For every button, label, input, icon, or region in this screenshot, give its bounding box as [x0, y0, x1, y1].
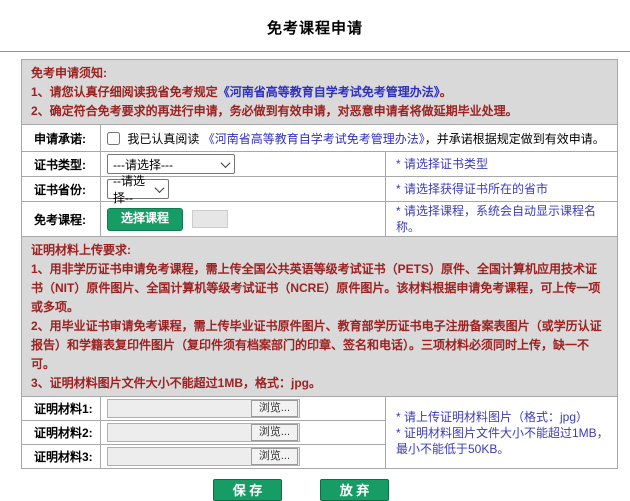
- notice-item-2: 2、确定符合免考要求的再进行申请，务必做到有效申请，对恶意申请者将做延期毕业处理…: [31, 102, 608, 121]
- cert-province-note: * 请选择获得证书所在的省市: [386, 177, 618, 202]
- material-1-label: 证明材料1:: [22, 397, 101, 421]
- chevron-down-icon: [221, 158, 231, 168]
- save-button[interactable]: 保 存: [213, 479, 282, 501]
- material-1-file-input[interactable]: 浏览...: [107, 399, 300, 418]
- cert-province-selected-value: --请选择--: [113, 172, 150, 206]
- cert-type-selected-value: ---请选择---: [113, 156, 173, 173]
- material-2-file-input[interactable]: 浏览...: [107, 423, 300, 442]
- cert-type-note: * 请选择证书类型: [386, 152, 618, 177]
- notice-row-top: 免考申请须知: 1、请您认真仔细阅读我省免考规定《河南省高等教育自学考试免考管理…: [22, 60, 618, 125]
- application-notice: 免考申请须知: 1、请您认真仔细阅读我省免考规定《河南省高等教育自学考试免考管理…: [22, 60, 618, 125]
- notice-item-1: 1、请您认真仔细阅读我省免考规定《河南省高等教育自学考试免考管理办法》。: [31, 83, 608, 102]
- application-form-table: 免考申请须知: 1、请您认真仔细阅读我省免考规定《河南省高等教育自学考试免考管理…: [21, 59, 618, 469]
- abandon-button[interactable]: 放 弃: [320, 479, 389, 501]
- material-3-label: 证明材料3:: [22, 445, 101, 469]
- commitment-content: 我已认真阅读 《河南省高等教育自学考试免考管理办法》，并承诺根据规定做到有效申请…: [101, 125, 618, 152]
- exempt-course-row: 免考课程: 选择课程 * 请选择课程，系统会自动显示课程名称。: [22, 202, 618, 237]
- commitment-text: 我已认真阅读: [127, 132, 202, 146]
- commitment-checkbox[interactable]: [107, 132, 120, 145]
- upload-notice-heading: 证明材料上传要求:: [31, 241, 608, 260]
- cert-province-row: 证书省份: --请选择-- * 请选择获得证书所在的省市: [22, 177, 618, 202]
- page-title: 免考课程申请: [0, 0, 630, 51]
- commitment-row: 申请承诺: 我已认真阅读 《河南省高等教育自学考试免考管理办法》，并承诺根据规定…: [22, 125, 618, 152]
- material-2-browse-button[interactable]: 浏览...: [251, 424, 298, 441]
- notice-item-1-text: 1、请您认真仔细阅读我省免考规定: [31, 85, 218, 99]
- commitment-text-suffix: ，并承诺根据规定做到有效申请。: [425, 132, 605, 146]
- cert-type-label: 证书类型:: [22, 152, 101, 177]
- material-row-1: 证明材料1: 浏览... * 请上传证明材料图片（格式：jpg） * 证明材料图…: [22, 397, 618, 421]
- upload-requirements-notice: 证明材料上传要求: 1、用非学历证书申请免考课程，需上传全国公共英语等级考试证书…: [22, 237, 618, 397]
- chevron-down-icon: [155, 183, 165, 193]
- upload-notice-item-1: 1、用非学历证书申请免考课程，需上传全国公共英语等级考试证书（PETS）原件、全…: [31, 260, 608, 317]
- materials-note: * 请上传证明材料图片（格式：jpg） * 证明材料图片文件大小不能超过1MB，…: [386, 397, 618, 469]
- cert-type-select[interactable]: ---请选择---: [107, 154, 235, 174]
- material-3-file-input[interactable]: 浏览...: [107, 447, 300, 466]
- upload-notice-item-3: 3、证明材料图片文件大小不能超过1MB，格式：jpg。: [31, 374, 608, 393]
- title-divider: [0, 51, 630, 52]
- commitment-regulation-link[interactable]: 《河南省高等教育自学考试免考管理办法》: [203, 132, 425, 146]
- material-2-label: 证明材料2:: [22, 421, 101, 445]
- cert-province-select[interactable]: --请选择--: [107, 179, 169, 199]
- notice-heading: 免考申请须知:: [31, 64, 608, 83]
- notice-item-1-suffix: 。: [440, 85, 452, 99]
- upload-notice-item-2: 2、用毕业证书审请免考课程，需上传毕业证书原件图片、教育部学历证书电子注册备案表…: [31, 317, 608, 374]
- exempt-course-label: 免考课程:: [22, 202, 101, 237]
- notice-row-upload: 证明材料上传要求: 1、用非学历证书申请免考课程，需上传全国公共英语等级考试证书…: [22, 237, 618, 397]
- material-1-browse-button[interactable]: 浏览...: [251, 400, 298, 417]
- course-code-field[interactable]: [192, 210, 228, 228]
- exempt-course-note: * 请选择课程，系统会自动显示课程名称。: [386, 202, 618, 237]
- regulation-link[interactable]: 《河南省高等教育自学考试免考管理办法》: [218, 85, 440, 99]
- cert-province-label: 证书省份:: [22, 177, 101, 202]
- select-course-button[interactable]: 选择课程: [107, 208, 183, 231]
- cert-type-row: 证书类型: ---请选择--- * 请选择证书类型: [22, 152, 618, 177]
- materials-note-line-1: * 请上传证明材料图片（格式：jpg）: [396, 409, 616, 425]
- action-buttons: 保 存 放 弃: [0, 479, 630, 501]
- materials-note-line-2: * 证明材料图片文件大小不能超过1MB，最小不能低于50KB。: [396, 425, 616, 457]
- material-3-browse-button[interactable]: 浏览...: [251, 448, 298, 465]
- commitment-label: 申请承诺:: [22, 125, 101, 152]
